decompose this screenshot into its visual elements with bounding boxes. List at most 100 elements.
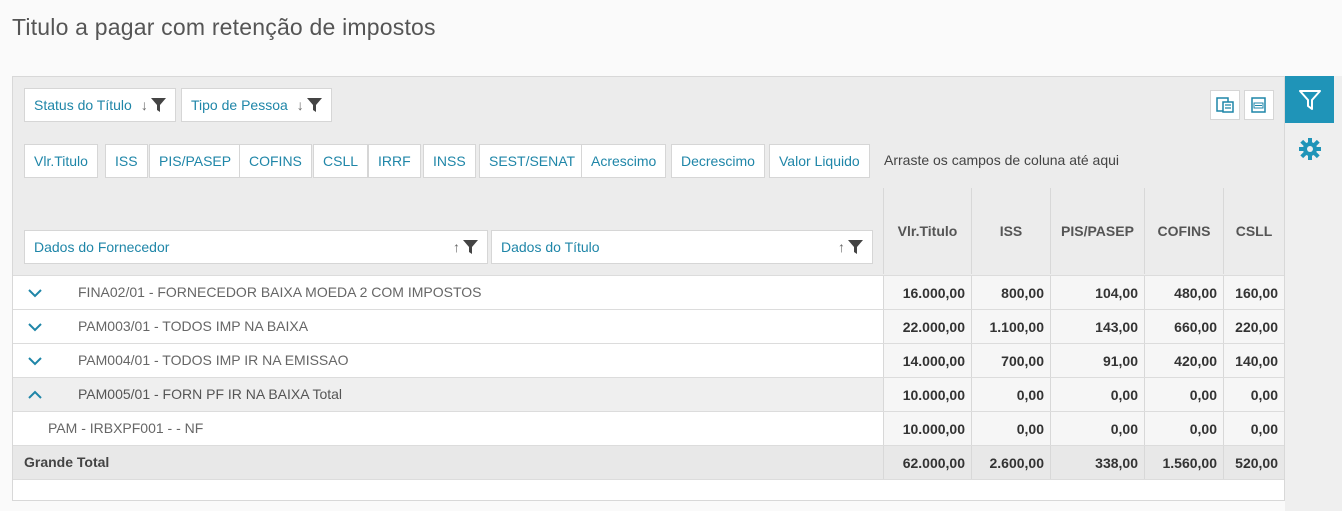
row-field-label: Dados do Título — [501, 239, 600, 255]
row-field-dados-do-titulo[interactable]: Dados do Título ↑ — [491, 230, 873, 264]
column-field-cofins[interactable]: COFINS — [239, 144, 312, 178]
filter-icon[interactable] — [848, 240, 863, 254]
horizontal-scroll-area[interactable] — [13, 479, 1284, 500]
cell-pis-pasep: 338,00 — [1050, 446, 1144, 479]
column-field-valor-liquido[interactable]: Valor Liquido — [769, 144, 870, 178]
column-field-label: INSS — [433, 153, 466, 169]
export-csv-icon — [1251, 97, 1266, 113]
column-field-label: Vlr.Titulo — [34, 153, 88, 169]
column-field-sest-senat[interactable]: SEST/SENAT — [479, 144, 586, 178]
export-csv-button[interactable] — [1244, 90, 1274, 120]
chevron-down-icon[interactable] — [25, 352, 45, 370]
row-label: PAM005/01 - FORN PF IR NA BAIXA Total — [78, 386, 343, 402]
sort-arrow-up-icon[interactable]: ↑ — [453, 240, 460, 254]
row-label: PAM003/01 - TODOS IMP NA BAIXA — [78, 318, 309, 334]
sort-arrow-up-icon[interactable]: ↑ — [838, 240, 845, 254]
cell-vlr-titulo: 10.000,00 — [883, 412, 971, 445]
cell-csll: 520,00 — [1223, 446, 1284, 479]
cell-csll: 0,00 — [1223, 412, 1284, 445]
column-field-label: COFINS — [249, 153, 302, 169]
column-field-label: PIS/PASEP — [159, 153, 232, 169]
column-field-vlr-titulo[interactable]: Vlr.Titulo — [24, 144, 98, 178]
table-row: PAM003/01 - TODOS IMP NA BAIXA 22.000,00… — [13, 309, 1284, 343]
filter-field-tipo-de-pessoa[interactable]: Tipo de Pessoa ↓ — [181, 88, 332, 122]
column-field-irrf[interactable]: IRRF — [368, 144, 421, 178]
column-field-label: SEST/SENAT — [489, 153, 576, 169]
row-label: PAM004/01 - TODOS IMP IR NA EMISSAO — [78, 352, 349, 368]
row-field-dados-do-fornecedor[interactable]: Dados do Fornecedor ↑ — [24, 230, 488, 264]
column-header-pis-pasep[interactable]: PIS/PASEP — [1050, 188, 1144, 274]
cell-csll: 220,00 — [1223, 310, 1284, 343]
column-field-pis-pasep[interactable]: PIS/PASEP — [149, 144, 242, 178]
column-drop-hint: Arraste os campos de coluna até aqui — [884, 152, 1120, 168]
cell-pis-pasep: 91,00 — [1050, 344, 1144, 377]
cell-iss: 2.600,00 — [971, 446, 1050, 479]
cell-vlr-titulo: 14.000,00 — [883, 344, 971, 377]
settings-button[interactable] — [1285, 131, 1334, 167]
cell-iss: 0,00 — [971, 378, 1050, 411]
column-field-label: Decrescimo — [681, 153, 755, 169]
column-header-cofins[interactable]: COFINS — [1144, 188, 1223, 274]
cell-vlr-titulo: 62.000,00 — [883, 446, 971, 479]
cell-iss: 1.100,00 — [971, 310, 1050, 343]
row-values: 10.000,00 0,00 0,00 0,00 0,00 — [883, 412, 1284, 445]
cell-csll: 140,00 — [1223, 344, 1284, 377]
sort-arrow-down-icon[interactable]: ↓ — [297, 98, 304, 112]
column-header-vlr-titulo[interactable]: Vlr.Titulo — [883, 188, 971, 274]
export-excel-button[interactable] — [1210, 90, 1240, 120]
filter-icon[interactable] — [463, 240, 478, 254]
column-field-acrescimo[interactable]: Acrescimo — [581, 144, 667, 178]
filter-panel-button[interactable] — [1285, 76, 1334, 123]
row-values: 62.000,00 2.600,00 338,00 1.560,00 520,0… — [883, 446, 1284, 479]
grand-total-label: Grande Total — [24, 454, 110, 470]
cell-cofins: 420,00 — [1144, 344, 1223, 377]
table-row-expanded: PAM005/01 - FORN PF IR NA BAIXA Total 10… — [13, 377, 1284, 411]
row-values: 10.000,00 0,00 0,00 0,00 0,00 — [883, 378, 1284, 411]
gear-icon — [1298, 138, 1321, 160]
cell-iss: 800,00 — [971, 276, 1050, 309]
filter-field-label: Tipo de Pessoa — [191, 97, 288, 113]
filter-icon[interactable] — [306, 98, 322, 112]
row-values: 16.000,00 800,00 104,00 480,00 160,00 — [883, 276, 1284, 309]
table-row: PAM004/01 - TODOS IMP IR NA EMISSAO 14.0… — [13, 343, 1284, 377]
filter-field-status-do-titulo[interactable]: Status do Título ↓ — [24, 88, 176, 122]
column-field-label: CSLL — [323, 153, 359, 169]
column-field-label: Acrescimo — [591, 153, 657, 169]
cell-pis-pasep: 0,00 — [1050, 378, 1144, 411]
table-row: FINA02/01 - FORNECEDOR BAIXA MOEDA 2 COM… — [13, 275, 1284, 309]
row-values: 14.000,00 700,00 91,00 420,00 140,00 — [883, 344, 1284, 377]
column-header-iss[interactable]: ISS — [971, 188, 1050, 274]
cell-pis-pasep: 0,00 — [1050, 412, 1144, 445]
right-side-toolbar — [1285, 76, 1342, 511]
chevron-down-icon[interactable] — [25, 284, 45, 302]
cell-cofins: 0,00 — [1144, 378, 1223, 411]
sort-arrow-down-icon[interactable]: ↓ — [141, 98, 148, 112]
column-field-label: ISS — [115, 153, 138, 169]
row-label: FINA02/01 - FORNECEDOR BAIXA MOEDA 2 COM… — [78, 284, 482, 300]
column-field-csll[interactable]: CSLL — [313, 144, 369, 178]
filter-icon[interactable] — [150, 98, 166, 112]
table-row-child: PAM - IRBXPF001 - - NF 10.000,00 0,00 0,… — [13, 411, 1284, 445]
filter-field-label: Status do Título — [34, 97, 132, 113]
cell-vlr-titulo: 16.000,00 — [883, 276, 971, 309]
filter-icon — [1298, 89, 1321, 110]
column-field-inss[interactable]: INSS — [423, 144, 476, 178]
row-label: PAM - IRBXPF001 - - NF — [48, 420, 204, 436]
table-row-grand-total: Grande Total 62.000,00 2.600,00 338,00 1… — [13, 445, 1284, 479]
page-title: Titulo a pagar com retenção de impostos — [12, 14, 436, 40]
column-field-iss[interactable]: ISS — [105, 144, 148, 178]
cell-iss: 0,00 — [971, 412, 1050, 445]
cell-csll: 0,00 — [1223, 378, 1284, 411]
cell-iss: 700,00 — [971, 344, 1050, 377]
chevron-up-icon[interactable] — [25, 386, 45, 404]
chevron-down-icon[interactable] — [25, 318, 45, 336]
column-header-csll[interactable]: CSLL — [1223, 188, 1284, 274]
column-field-label: IRRF — [378, 153, 411, 169]
cell-cofins: 1.560,00 — [1144, 446, 1223, 479]
row-field-label: Dados do Fornecedor — [34, 239, 170, 255]
row-values: 22.000,00 1.100,00 143,00 660,00 220,00 — [883, 310, 1284, 343]
cell-pis-pasep: 143,00 — [1050, 310, 1144, 343]
export-excel-icon — [1216, 97, 1234, 113]
column-field-decrescimo[interactable]: Decrescimo — [671, 144, 765, 178]
cell-cofins: 480,00 — [1144, 276, 1223, 309]
